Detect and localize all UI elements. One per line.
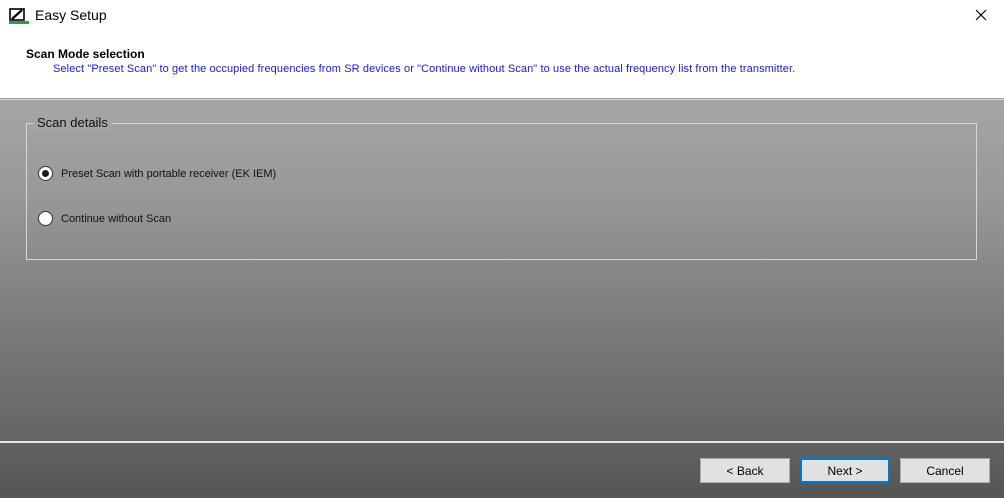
page-description: Select "Preset Scan" to get the occupied…	[53, 63, 796, 75]
back-button[interactable]: < Back	[700, 458, 790, 483]
window-title: Easy Setup	[35, 7, 107, 23]
scan-details-group: Scan details Preset Scan with portable r…	[26, 115, 977, 260]
next-button[interactable]: Next >	[800, 458, 890, 483]
close-button[interactable]	[958, 0, 1004, 33]
page-title: Scan Mode selection	[26, 47, 145, 61]
sennheiser-logo-icon	[9, 8, 29, 24]
wizard-content: Scan details Preset Scan with portable r…	[0, 100, 1004, 442]
wizard-header: Scan Mode selection Select "Preset Scan"…	[0, 33, 1004, 98]
radio-continue-without-scan[interactable]: Continue without Scan	[38, 211, 171, 226]
radio-button-checked[interactable]	[38, 166, 53, 181]
radio-preset-scan[interactable]: Preset Scan with portable receiver (EK I…	[38, 166, 276, 181]
radio-button[interactable]	[38, 211, 53, 226]
close-icon	[975, 8, 987, 26]
radio-label: Continue without Scan	[61, 212, 172, 225]
cancel-button[interactable]: Cancel	[900, 458, 990, 483]
wizard-footer: < Back Next > Cancel	[0, 443, 1004, 498]
radio-label: Preset Scan with portable receiver (EK I…	[61, 167, 277, 180]
title-bar: Easy Setup	[0, 0, 1004, 33]
group-label: Scan details	[33, 115, 112, 130]
